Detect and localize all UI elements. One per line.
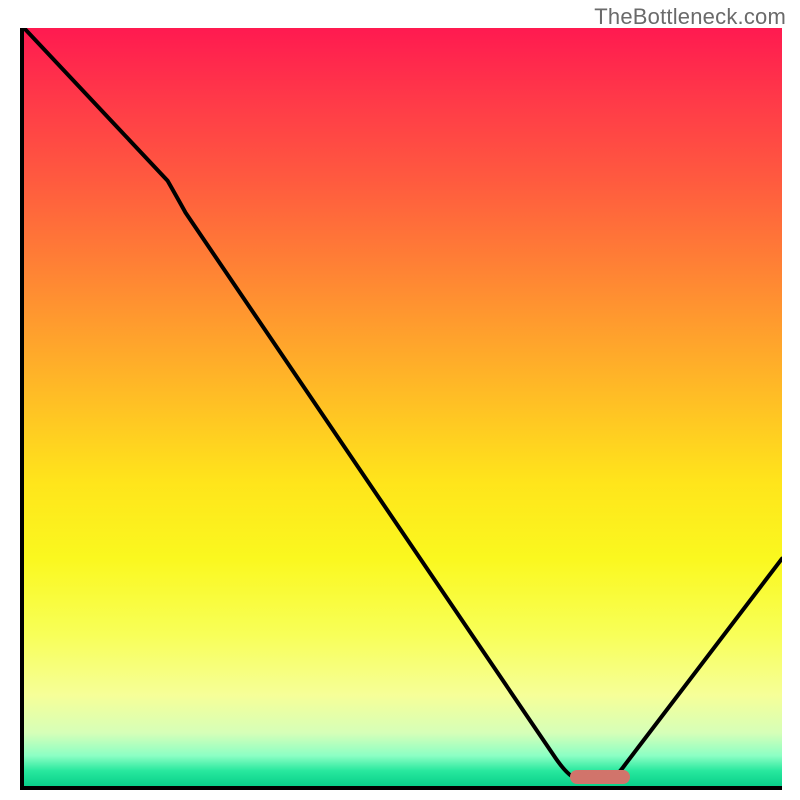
watermark-text: TheBottleneck.com bbox=[594, 4, 786, 30]
optimal-marker bbox=[570, 770, 631, 784]
chart-container: TheBottleneck.com bbox=[0, 0, 800, 800]
plot-area bbox=[20, 28, 782, 790]
curve-path bbox=[24, 28, 782, 778]
bottleneck-curve bbox=[24, 28, 782, 786]
